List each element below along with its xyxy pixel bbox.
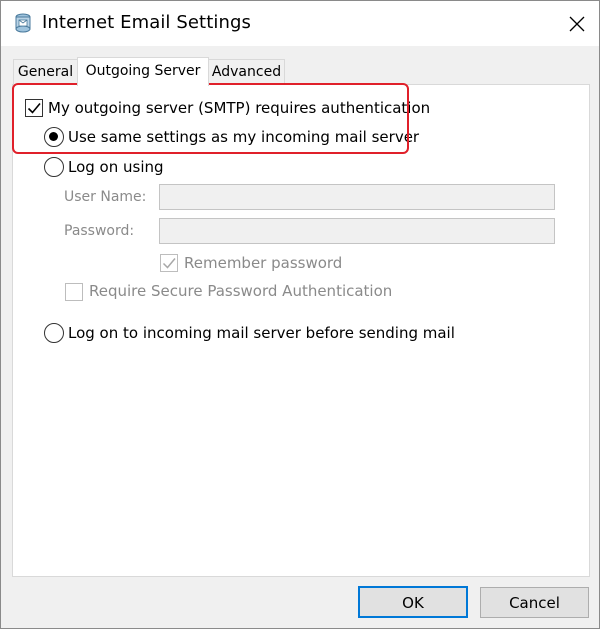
email-settings-icon <box>15 13 31 33</box>
password-field[interactable] <box>159 218 555 244</box>
username-field[interactable] <box>159 184 555 210</box>
annotation-highlight-box <box>12 83 409 154</box>
log-on-using-label: Log on using <box>68 158 164 176</box>
tab-general[interactable]: General <box>13 59 78 84</box>
checkmark-icon <box>162 258 176 269</box>
username-label: User Name: <box>64 189 147 205</box>
internet-email-settings-dialog: Internet Email Settings General Outgoing… <box>0 0 600 629</box>
title-bar: Internet Email Settings <box>1 1 599 46</box>
close-icon <box>569 16 585 31</box>
spa-checkbox[interactable] <box>65 283 83 301</box>
close-button[interactable] <box>555 1 599 46</box>
remember-password-label: Remember password <box>184 254 343 272</box>
remember-password-checkbox[interactable] <box>160 254 178 272</box>
tab-outgoing-server[interactable]: Outgoing Server <box>77 57 209 86</box>
cancel-button[interactable]: Cancel <box>480 587 589 618</box>
tab-advanced[interactable]: Advanced <box>208 59 285 84</box>
log-on-incoming-radio[interactable] <box>44 323 64 343</box>
window-title: Internet Email Settings <box>42 12 251 33</box>
log-on-incoming-label: Log on to incoming mail server before se… <box>68 324 455 342</box>
spa-label: Require Secure Password Authentication <box>89 282 393 300</box>
log-on-using-radio[interactable] <box>44 157 64 177</box>
password-label: Password: <box>64 223 135 239</box>
ok-button[interactable]: OK <box>358 586 468 618</box>
